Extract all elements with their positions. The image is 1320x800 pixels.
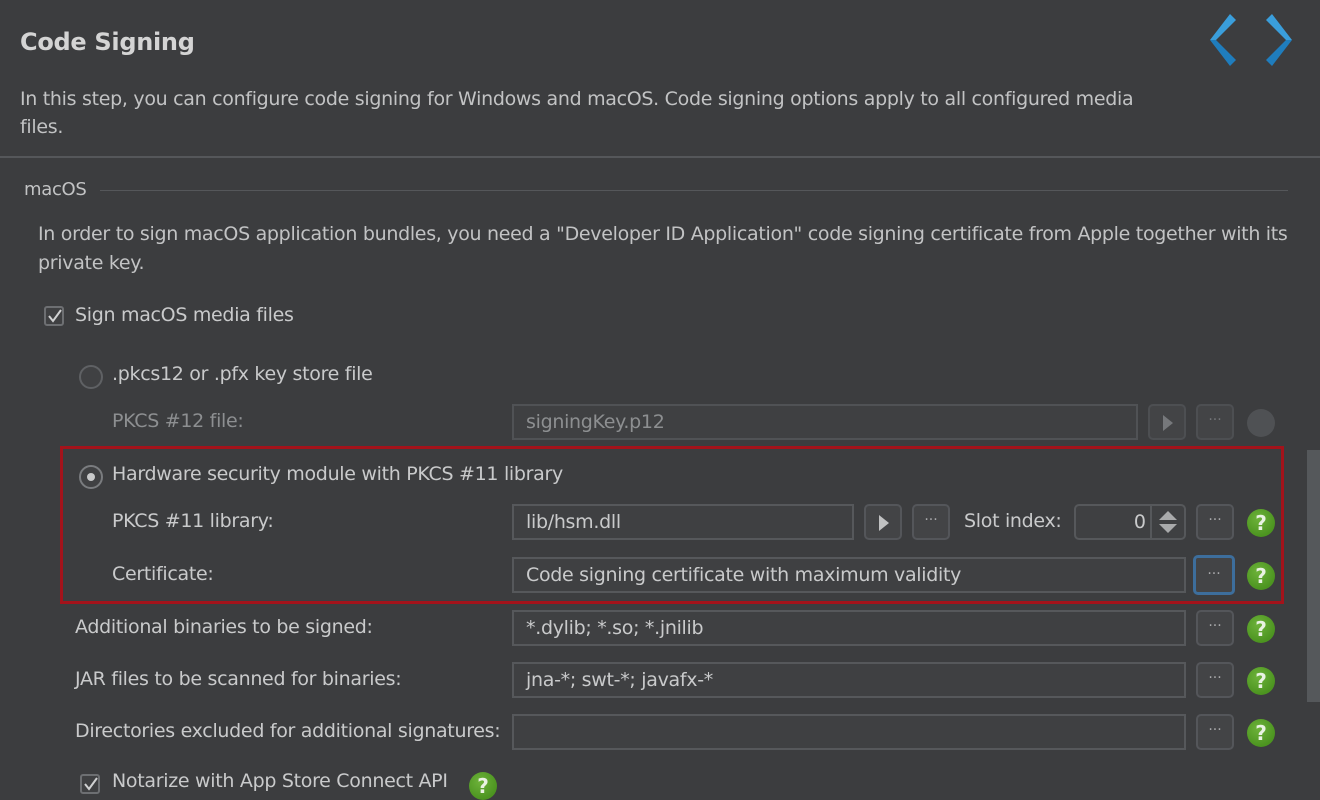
macos-group-label: macOS bbox=[24, 179, 87, 200]
radio-dot bbox=[87, 473, 95, 481]
pkcs12-open-button[interactable] bbox=[1148, 404, 1186, 440]
jar-files-label: JAR files to be scanned for binaries: bbox=[75, 668, 402, 690]
excluded-dirs-browse-button[interactable]: ··· bbox=[1196, 714, 1234, 750]
notarize-checkbox[interactable] bbox=[80, 774, 100, 794]
notarize-help-icon[interactable]: ? bbox=[469, 772, 497, 800]
pkcs11-library-input[interactable]: lib/hsm.dll bbox=[512, 504, 854, 540]
pkcs12-radio-label[interactable]: .pkcs12 or .pfx key store file bbox=[112, 363, 373, 385]
pkcs12-help-icon[interactable] bbox=[1247, 409, 1275, 437]
additional-binaries-label: Additional binaries to be signed: bbox=[75, 616, 373, 638]
certificate-browse-button[interactable]: ··· bbox=[1193, 555, 1235, 595]
spinner-down-icon[interactable] bbox=[1159, 524, 1177, 533]
slot-help-icon[interactable]: ? bbox=[1247, 509, 1275, 537]
additional-binaries-browse-button[interactable]: ··· bbox=[1196, 610, 1234, 646]
page-title: Code Signing bbox=[20, 28, 195, 56]
play-icon bbox=[879, 515, 889, 531]
hsm-radio[interactable] bbox=[79, 465, 103, 489]
next-step-button[interactable] bbox=[1258, 12, 1314, 68]
jar-files-input[interactable]: jna-*; swt-*; javafx-* bbox=[512, 662, 1186, 698]
certificate-help-icon[interactable]: ? bbox=[1247, 562, 1275, 590]
excluded-dirs-input[interactable] bbox=[512, 714, 1186, 750]
sign-macos-label[interactable]: Sign macOS media files bbox=[75, 304, 294, 326]
jar-files-help-icon[interactable]: ? bbox=[1247, 667, 1275, 695]
additional-binaries-help-icon[interactable]: ? bbox=[1247, 615, 1275, 643]
macos-description: In order to sign macOS application bundl… bbox=[38, 223, 1288, 274]
certificate-label: Certificate: bbox=[112, 563, 214, 585]
pkcs11-library-label: PKCS #11 library: bbox=[112, 510, 274, 532]
jar-files-browse-button[interactable]: ··· bbox=[1196, 662, 1234, 698]
slot-index-label: Slot index: bbox=[964, 510, 1062, 532]
previous-step-button[interactable] bbox=[1196, 12, 1252, 68]
group-divider bbox=[100, 190, 1288, 191]
chevron-left-icon bbox=[1210, 14, 1236, 66]
excluded-dirs-help-icon[interactable]: ? bbox=[1247, 719, 1275, 747]
spinner-up-icon[interactable] bbox=[1159, 511, 1177, 520]
spinner-divider bbox=[1150, 506, 1152, 538]
pkcs12-radio[interactable] bbox=[79, 365, 103, 389]
pkcs11-browse-button[interactable]: ··· bbox=[912, 504, 950, 540]
page-description: In this step, you can configure code sig… bbox=[20, 88, 1134, 138]
slot-index-spinner[interactable]: 0 bbox=[1074, 504, 1186, 540]
header-separator bbox=[0, 156, 1320, 158]
additional-binaries-input[interactable]: *.dylib; *.so; *.jnilib bbox=[512, 610, 1186, 646]
pkcs12-file-label: PKCS #12 file: bbox=[112, 410, 244, 432]
hsm-radio-label[interactable]: Hardware security module with PKCS #11 l… bbox=[112, 463, 563, 485]
checkmark-icon bbox=[48, 309, 62, 323]
checkmark-icon bbox=[84, 777, 98, 791]
slot-index-value[interactable]: 0 bbox=[1134, 506, 1146, 538]
pkcs12-browse-button[interactable]: ··· bbox=[1196, 404, 1234, 440]
play-icon bbox=[1163, 415, 1173, 431]
notarize-label[interactable]: Notarize with App Store Connect API bbox=[112, 770, 448, 792]
chevron-right-icon bbox=[1266, 14, 1292, 66]
pkcs11-open-button[interactable] bbox=[864, 504, 902, 540]
vertical-scrollbar[interactable] bbox=[1307, 450, 1320, 702]
excluded-dirs-label: Directories excluded for additional sign… bbox=[75, 720, 501, 742]
slot-index-browse-button[interactable]: ··· bbox=[1196, 504, 1234, 540]
sign-macos-checkbox[interactable] bbox=[44, 306, 64, 326]
certificate-input[interactable]: Code signing certificate with maximum va… bbox=[512, 557, 1186, 593]
pkcs12-file-input[interactable]: signingKey.p12 bbox=[512, 404, 1138, 440]
